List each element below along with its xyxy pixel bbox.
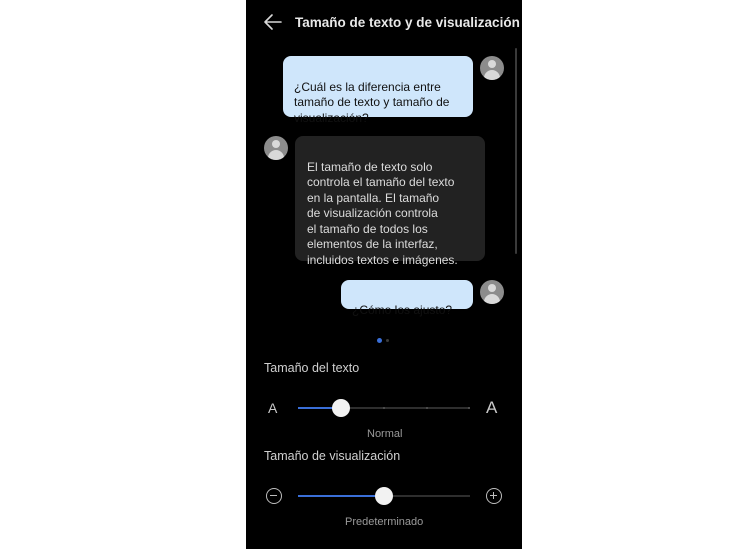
back-button[interactable] [262, 11, 284, 33]
user-avatar [480, 56, 504, 80]
slider-tick [426, 407, 428, 409]
decrease-display-size-button[interactable] [266, 488, 282, 504]
increase-display-size-button[interactable] [486, 488, 502, 504]
page-dot-active[interactable] [377, 338, 382, 343]
user-avatar [480, 280, 504, 304]
slider-tick [383, 407, 385, 409]
app-header: Tamaño de texto y de visualización [246, 0, 522, 46]
small-text-icon: A [268, 400, 278, 416]
slider-tick [468, 407, 470, 409]
message-text: ¿Cómo los ajusto? [352, 302, 453, 317]
large-text-icon: A [486, 398, 498, 417]
assistant-avatar [264, 136, 288, 160]
user-message-bubble: ¿Cuál es la diferencia entre tamaño de t… [283, 56, 473, 125]
user-message-bubble: ¿Cómo los ajusto? [341, 280, 473, 317]
phone-screen: Tamaño de texto y de visualización ¿Cuál… [246, 0, 522, 549]
display-size-thumb[interactable] [375, 487, 393, 505]
message-text: ¿Cuál es la diferencia entre tamaño de t… [294, 79, 450, 125]
page-title: Tamaño de texto y de visualización [295, 15, 520, 30]
text-size-value: Normal [367, 428, 403, 440]
arrow-left-icon [264, 14, 282, 30]
text-size-thumb[interactable] [332, 399, 350, 417]
display-size-fill [298, 495, 384, 497]
display-size-label: Tamaño de visualización [264, 449, 401, 463]
scrollbar[interactable] [515, 48, 517, 254]
page-dot[interactable] [386, 339, 389, 342]
message-text: El tamaño de texto solo controla el tama… [307, 159, 458, 267]
text-size-label: Tamaño del texto [264, 361, 360, 375]
display-size-value: Predeterminado [345, 516, 424, 528]
assistant-message-bubble: El tamaño de texto solo controla el tama… [295, 136, 485, 267]
